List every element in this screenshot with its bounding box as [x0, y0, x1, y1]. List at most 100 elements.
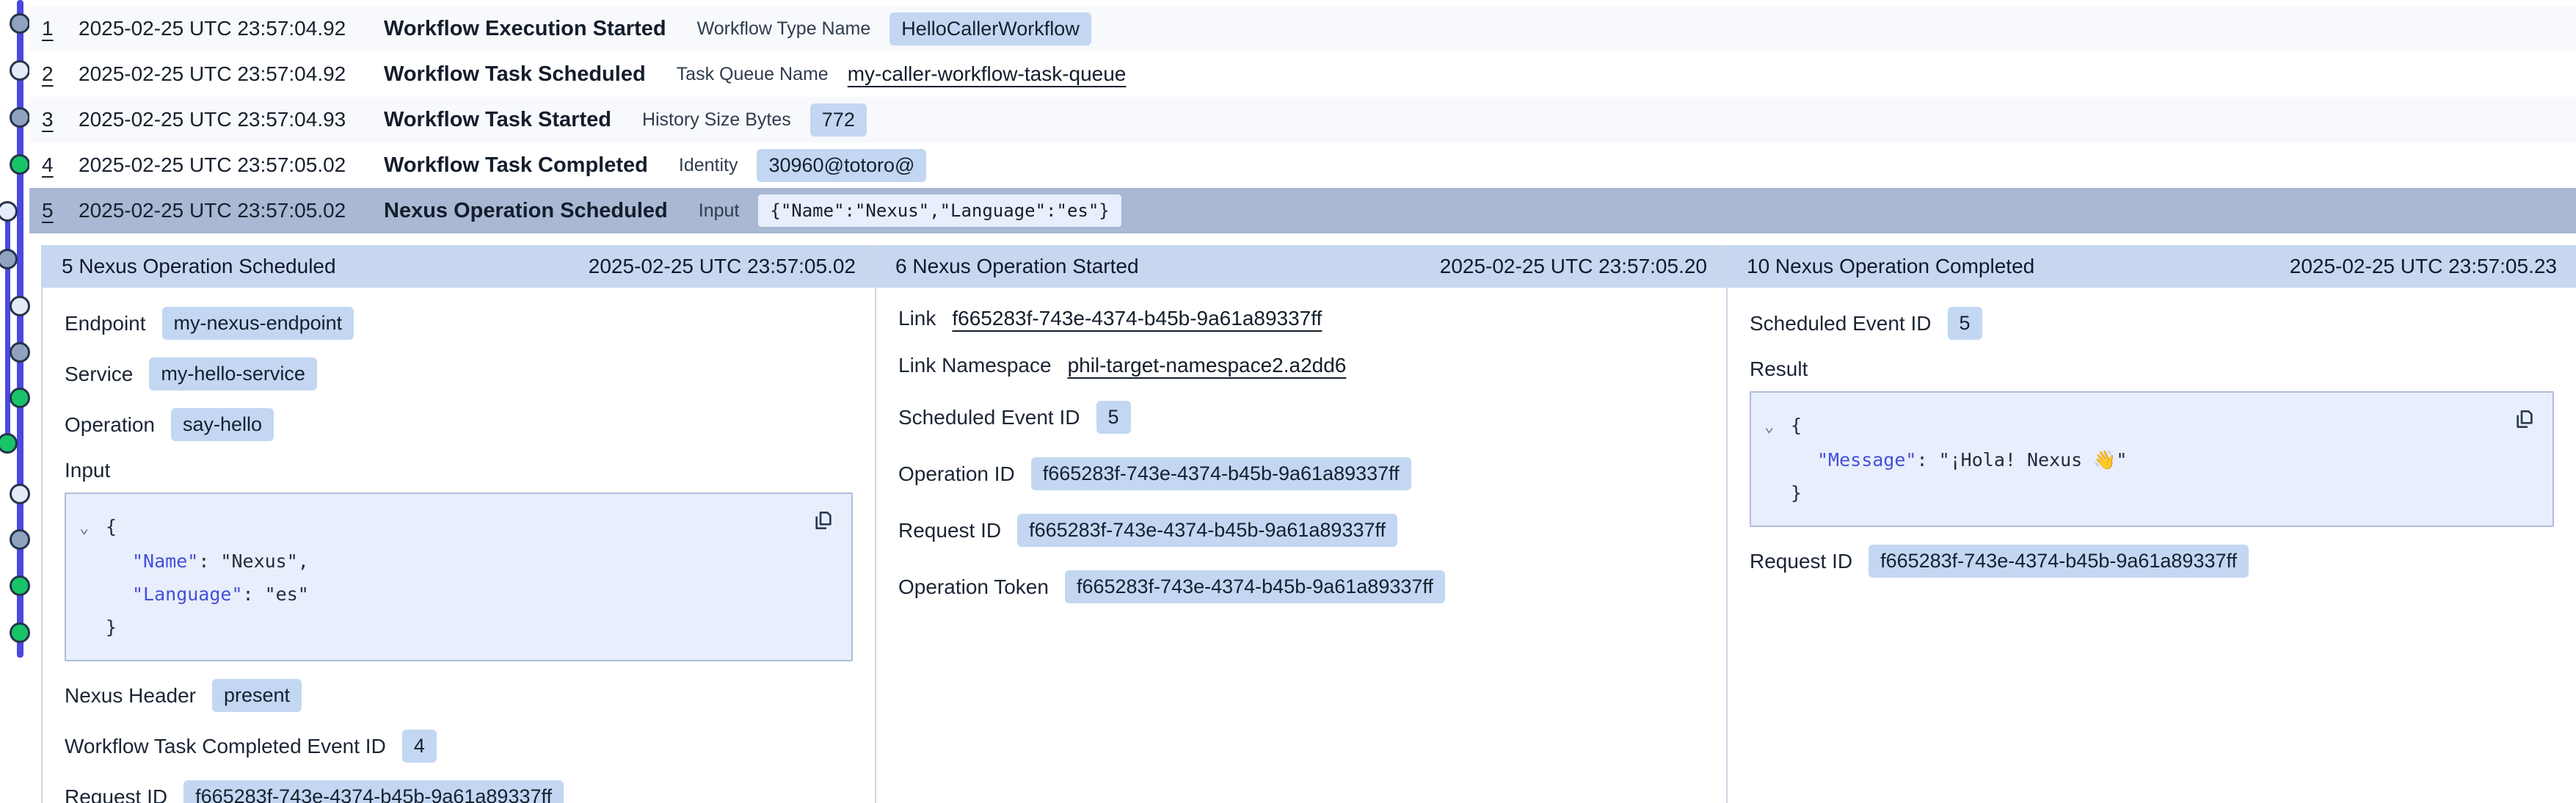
field-label: Link Namespace [898, 354, 1052, 377]
panel-body: Endpoint my-nexus-endpoint Service my-he… [43, 288, 875, 803]
field-value-badge: present [212, 679, 302, 712]
event-row-5-selected[interactable]: 5 2025-02-25 UTC 23:57:05.02 Nexus Opera… [29, 188, 2576, 233]
field-wft-completed-event-id: Workflow Task Completed Event ID 4 [65, 730, 853, 763]
copy-icon [2513, 407, 2536, 431]
timeline-event-dot[interactable] [10, 484, 30, 504]
panel-header: 5 Nexus Operation Scheduled 2025-02-25 U… [43, 245, 875, 288]
timeline-event-dot[interactable] [10, 296, 30, 316]
timeline-event-dot[interactable] [10, 622, 30, 643]
timeline-event-dot[interactable] [10, 60, 30, 81]
collapse-chevron-icon[interactable]: ⌄ [79, 512, 106, 545]
event-attr-value-badge: 30960@totoro@ [757, 149, 926, 182]
json-close-brace: } [106, 611, 117, 644]
workflow-event-history-screen: 1 2025-02-25 UTC 23:57:04.92 Workflow Ex… [0, 0, 2576, 803]
field-value-badge: 4 [402, 730, 437, 763]
panel-nexus-operation-completed: 10 Nexus Operation Completed 2025-02-25 … [1726, 245, 2576, 803]
event-row-3[interactable]: 3 2025-02-25 UTC 23:57:04.93 Workflow Ta… [29, 97, 2576, 142]
event-id-link[interactable]: 5 [42, 199, 67, 222]
field-input-json: Input ⌄ { "Name": "Nexus", [65, 459, 853, 661]
panel-title: 5 Nexus Operation Scheduled [62, 255, 336, 278]
event-time: 2025-02-25 UTC 23:57:04.93 [79, 108, 371, 131]
json-key: "Message" [1817, 443, 1916, 476]
field-label: Input [65, 459, 853, 482]
field-value-badge: 5 [1096, 401, 1131, 434]
field-value-badge: say-hello [171, 408, 274, 441]
field-value-badge: my-hello-service [149, 357, 317, 390]
field-operation-token: Operation Token f665283f-743e-4374-b45b-… [898, 570, 1704, 603]
field-label: Endpoint [65, 312, 146, 335]
panel-body: Link f665283f-743e-4374-b45b-9a61a89337f… [876, 288, 1726, 803]
link-value[interactable]: f665283f-743e-4374-b45b-9a61a89337ff [952, 307, 1322, 330]
event-detail-panels: 5 Nexus Operation Scheduled 2025-02-25 U… [41, 245, 2576, 803]
timeline-event-dot[interactable] [10, 107, 30, 128]
field-label: Workflow Task Completed Event ID [65, 735, 386, 758]
event-rows: 1 2025-02-25 UTC 23:57:04.92 Workflow Ex… [29, 6, 2576, 233]
field-value-badge: f665283f-743e-4374-b45b-9a61a89337ff [1869, 545, 2249, 578]
field-label: Nexus Header [65, 684, 196, 708]
timeline-event-dot[interactable] [0, 433, 18, 454]
field-label: Operation [65, 413, 155, 437]
event-input-json-chip: {"Name":"Nexus","Language":"es"} [758, 195, 1121, 227]
json-viewer: ⌄ { "Name": "Nexus", "Language": "es" } [65, 493, 853, 661]
field-value-badge: f665283f-743e-4374-b45b-9a61a89337ff [183, 780, 564, 803]
event-row-1[interactable]: 1 2025-02-25 UTC 23:57:04.92 Workflow Ex… [29, 6, 2576, 51]
field-value-badge: f665283f-743e-4374-b45b-9a61a89337ff [1017, 514, 1397, 547]
event-id-link[interactable]: 1 [42, 17, 67, 40]
timeline-event-dot[interactable] [0, 249, 18, 269]
field-label: Result [1750, 357, 2554, 381]
event-title: Workflow Task Started [384, 108, 611, 132]
timeline-event-dot[interactable] [0, 201, 18, 222]
field-request-id: Request ID f665283f-743e-4374-b45b-9a61a… [65, 780, 853, 803]
event-attr-label: History Size Bytes [642, 109, 791, 131]
timeline-event-dot[interactable] [10, 342, 30, 363]
event-attr-label: Task Queue Name [677, 64, 829, 85]
panel-title: 10 Nexus Operation Completed [1747, 255, 2034, 278]
json-value: : "¡Hola! Nexus 👋" [1916, 443, 2127, 476]
panel-title: 6 Nexus Operation Started [895, 255, 1139, 278]
event-title: Workflow Task Completed [384, 153, 648, 178]
field-value-badge: f665283f-743e-4374-b45b-9a61a89337ff [1065, 570, 1445, 603]
field-link: Link f665283f-743e-4374-b45b-9a61a89337f… [898, 307, 1704, 330]
field-label: Service [65, 363, 133, 386]
link-namespace-link[interactable]: phil-target-namespace2.a2dd6 [1068, 354, 1347, 377]
event-attr-value-badge: 772 [810, 103, 867, 137]
task-queue-link[interactable]: my-caller-workflow-task-queue [848, 62, 1127, 85]
event-id-link[interactable]: 4 [42, 153, 67, 177]
event-id-link[interactable]: 2 [42, 62, 67, 86]
event-title: Workflow Task Scheduled [384, 62, 646, 87]
event-time: 2025-02-25 UTC 23:57:04.92 [79, 17, 371, 40]
event-time: 2025-02-25 UTC 23:57:05.02 [79, 199, 371, 222]
event-row-2[interactable]: 2 2025-02-25 UTC 23:57:04.92 Workflow Ta… [29, 51, 2576, 97]
collapse-chevron-icon[interactable]: ⌄ [1764, 410, 1791, 443]
field-link-namespace: Link Namespace phil-target-namespace2.a2… [898, 354, 1704, 377]
panel-body: Scheduled Event ID 5 Result ⌄ { [1728, 288, 2576, 803]
panel-timestamp: 2025-02-25 UTC 23:57:05.20 [1440, 255, 1707, 278]
event-attr-value-badge: HelloCallerWorkflow [889, 12, 1091, 46]
json-value: : "Nexus", [198, 545, 309, 578]
timeline-event-dot[interactable] [10, 388, 30, 408]
field-value-badge: my-nexus-endpoint [162, 307, 354, 340]
field-label: Scheduled Event ID [898, 406, 1080, 429]
field-nexus-header: Nexus Header present [65, 679, 853, 712]
field-value-badge: f665283f-743e-4374-b45b-9a61a89337ff [1031, 457, 1411, 490]
field-label: Request ID [65, 785, 167, 803]
event-id-link[interactable]: 3 [42, 108, 67, 131]
timeline-event-dot[interactable] [10, 154, 30, 175]
timeline-event-dot[interactable] [10, 529, 30, 550]
field-scheduled-event-id: Scheduled Event ID 5 [1750, 307, 2554, 340]
field-request-id: Request ID f665283f-743e-4374-b45b-9a61a… [1750, 545, 2554, 578]
timeline-line [17, 0, 23, 658]
field-operation: Operation say-hello [65, 408, 853, 441]
timeline-event-dot[interactable] [10, 575, 30, 596]
event-title: Workflow Execution Started [384, 17, 666, 41]
field-label: Link [898, 307, 936, 330]
copy-button[interactable] [809, 506, 838, 535]
copy-button[interactable] [2510, 404, 2539, 434]
event-time: 2025-02-25 UTC 23:57:04.92 [79, 62, 371, 86]
event-row-4[interactable]: 4 2025-02-25 UTC 23:57:05.02 Workflow Ta… [29, 142, 2576, 188]
json-key: "Language" [132, 578, 243, 611]
field-value-badge: 5 [1948, 307, 1982, 340]
timeline-event-dot[interactable] [10, 13, 30, 34]
field-service: Service my-hello-service [65, 357, 853, 390]
field-label: Request ID [1750, 550, 1852, 573]
